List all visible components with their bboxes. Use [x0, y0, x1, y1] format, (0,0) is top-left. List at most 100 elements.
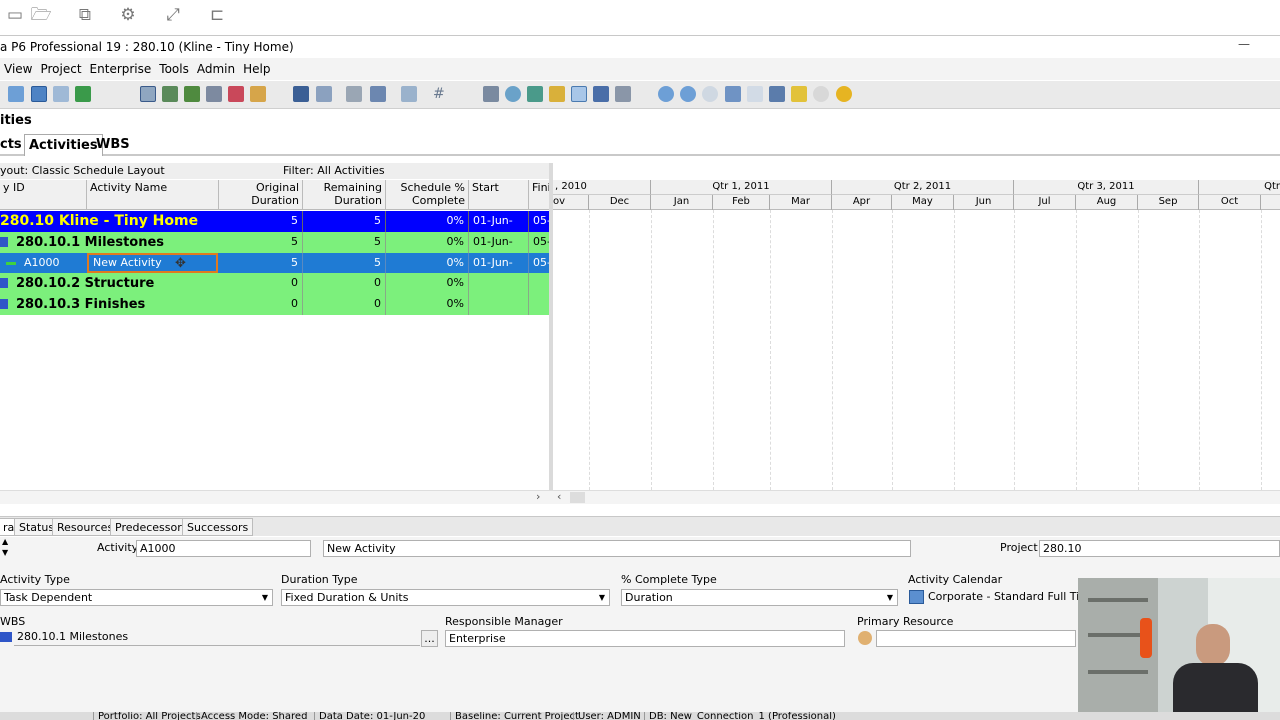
activity-table-icon[interactable]	[483, 86, 499, 102]
group-sort-icon[interactable]	[293, 86, 309, 102]
expand-icon[interactable]	[747, 86, 763, 102]
network-icon[interactable]: ⊏	[204, 4, 230, 26]
table-row[interactable]: 280.10.2 Structure 0 0 0%	[0, 273, 550, 294]
tab-predecessors[interactable]: Predecessors	[110, 518, 193, 536]
activity-type-select[interactable]: Task Dependent ▼	[0, 589, 273, 606]
chart-icon[interactable]	[184, 86, 200, 102]
horizontal-scrollbar[interactable]: › ‹	[0, 490, 1280, 504]
manager-field[interactable]: Enterprise	[445, 630, 845, 647]
col-remaining-duration[interactable]: Remaining Duration	[303, 180, 386, 210]
calendar-value[interactable]: Corporate - Standard Full Time	[928, 590, 1097, 603]
menu-help[interactable]: Help	[239, 62, 274, 76]
notes-icon[interactable]	[791, 86, 807, 102]
bars-icon[interactable]	[346, 86, 362, 102]
row-start: 01-Jun-20	[469, 232, 529, 268]
zoom-fit-icon[interactable]	[702, 86, 718, 102]
tab-successors[interactable]: Successors	[182, 518, 254, 536]
duration-type-select[interactable]: Fixed Duration & Units ▼	[281, 589, 610, 606]
dropdown-arrow-icon[interactable]: ▼	[595, 590, 609, 605]
details-icon[interactable]	[31, 86, 47, 102]
gantt-chart[interactable]	[553, 210, 1280, 490]
zoom-in-icon[interactable]	[658, 86, 674, 102]
table-row[interactable]: 280.10 Kline - Tiny Home 5 5 0% 01-Jun-2…	[0, 211, 550, 247]
filter-label[interactable]: Filter: All Activities	[283, 163, 385, 179]
pct-type-value: Duration	[625, 591, 673, 604]
tag-icon[interactable]	[549, 86, 565, 102]
collapse-icon[interactable]	[725, 86, 741, 102]
schedule-icon[interactable]	[571, 86, 587, 102]
tab-resources[interactable]: Resources	[52, 518, 119, 536]
refresh-icon[interactable]	[813, 86, 829, 102]
copy-icon[interactable]: ⧉	[72, 4, 98, 26]
gantt-timescale[interactable]: , 2010 Qtr 1, 2011 Qtr 2, 2011 Qtr 3, 20…	[553, 180, 1280, 210]
menu-enterprise[interactable]: Enterprise	[86, 62, 156, 76]
primary-resource-field[interactable]	[876, 630, 1076, 647]
project-field[interactable]: 280.10	[1039, 540, 1280, 557]
row-od: 0	[219, 294, 303, 315]
arrow-up-icon[interactable]: ▲	[2, 537, 8, 546]
scroll-left-icon[interactable]: ‹	[557, 490, 561, 503]
activity-id-field[interactable]: A1000	[136, 540, 311, 557]
row-rd: 0	[303, 294, 386, 315]
wbs-browse-button[interactable]: ...	[421, 630, 438, 647]
column-icon[interactable]	[316, 86, 332, 102]
scroll-right-icon[interactable]: ›	[536, 490, 540, 503]
dropdown-arrow-icon[interactable]: ▼	[258, 590, 272, 605]
columns-icon[interactable]	[53, 86, 69, 102]
menu-project[interactable]: Project	[36, 62, 85, 76]
menu-view[interactable]: View	[0, 62, 36, 76]
col-original-duration[interactable]: Original Duration	[219, 180, 303, 210]
zoom-out-icon[interactable]	[680, 86, 696, 102]
gear-icon[interactable]: ⚙	[115, 4, 141, 26]
layout-options-icon[interactable]	[401, 86, 417, 102]
row-rd: 5	[303, 253, 386, 273]
report-icon[interactable]	[228, 86, 244, 102]
row-start	[469, 273, 529, 294]
scroll-thumb[interactable]	[570, 492, 585, 503]
col-start[interactable]: Start	[469, 180, 529, 210]
fullscreen-icon[interactable]: ⤢	[160, 4, 186, 26]
dropdown-arrow-icon[interactable]: ▼	[883, 590, 897, 605]
export-icon[interactable]	[250, 86, 266, 102]
person-icon[interactable]	[858, 631, 872, 645]
table-row[interactable]: 280.10.3 Finishes 0 0 0%	[0, 294, 550, 315]
filter-icon[interactable]	[370, 86, 386, 102]
pct-type-select[interactable]: Duration ▼	[621, 589, 898, 606]
level-icon[interactable]	[593, 86, 609, 102]
table-icon[interactable]	[162, 86, 178, 102]
wbs-field[interactable]: 280.10.1 Milestones	[14, 629, 420, 646]
table-row[interactable]: 280.10.1 Milestones 5 5 0% 01-Jun-20 05-	[0, 232, 550, 268]
table-row-selected[interactable]: A1000 New Activity 5 5 0% 01-Jun-20 05-	[0, 253, 550, 289]
col-finish[interactable]: Finis	[529, 180, 550, 210]
image-icon[interactable]	[206, 86, 222, 102]
link-icon[interactable]	[527, 86, 543, 102]
col-activity-name[interactable]: Activity Name	[87, 180, 219, 210]
status-user: User: ADMIN	[573, 712, 641, 720]
calendar-icon[interactable]	[909, 590, 924, 604]
new-file-icon[interactable]: ▭	[2, 4, 28, 26]
open-folder-icon[interactable]: 🗁	[28, 4, 54, 26]
split-icon[interactable]	[769, 86, 785, 102]
tab-wbs[interactable]: WBS	[92, 134, 134, 156]
menu-admin[interactable]: Admin	[193, 62, 239, 76]
col-schedule-pct[interactable]: Schedule % Complete	[386, 180, 469, 210]
row-pct: 0%	[386, 232, 469, 253]
wbs-icon	[0, 278, 8, 288]
progress-icon[interactable]	[505, 86, 521, 102]
menu-tools[interactable]: Tools	[155, 62, 193, 76]
col-activity-id[interactable]: y ID	[0, 180, 87, 210]
relationship-icon[interactable]	[75, 86, 91, 102]
layout-label[interactable]: yout: Classic Schedule Layout	[0, 163, 550, 179]
tab-activities[interactable]: Activities	[24, 134, 103, 156]
number-icon[interactable]: #	[433, 86, 449, 102]
arrow-down-icon[interactable]: ▼	[2, 548, 8, 557]
tab-projects[interactable]: cts	[0, 134, 26, 156]
top-icon-bar: ▭ 🗁 ⧉ ⚙ ⤢ ⊏	[0, 0, 1280, 36]
layout-icon[interactable]	[8, 86, 24, 102]
print-preview-icon[interactable]	[140, 86, 156, 102]
minimize-button[interactable]: —	[1238, 37, 1250, 51]
store-period-icon[interactable]	[615, 86, 631, 102]
help-icon[interactable]	[836, 86, 852, 102]
activity-name-field[interactable]: New Activity	[323, 540, 911, 557]
activity-name-edit[interactable]: New Activity	[87, 253, 218, 273]
